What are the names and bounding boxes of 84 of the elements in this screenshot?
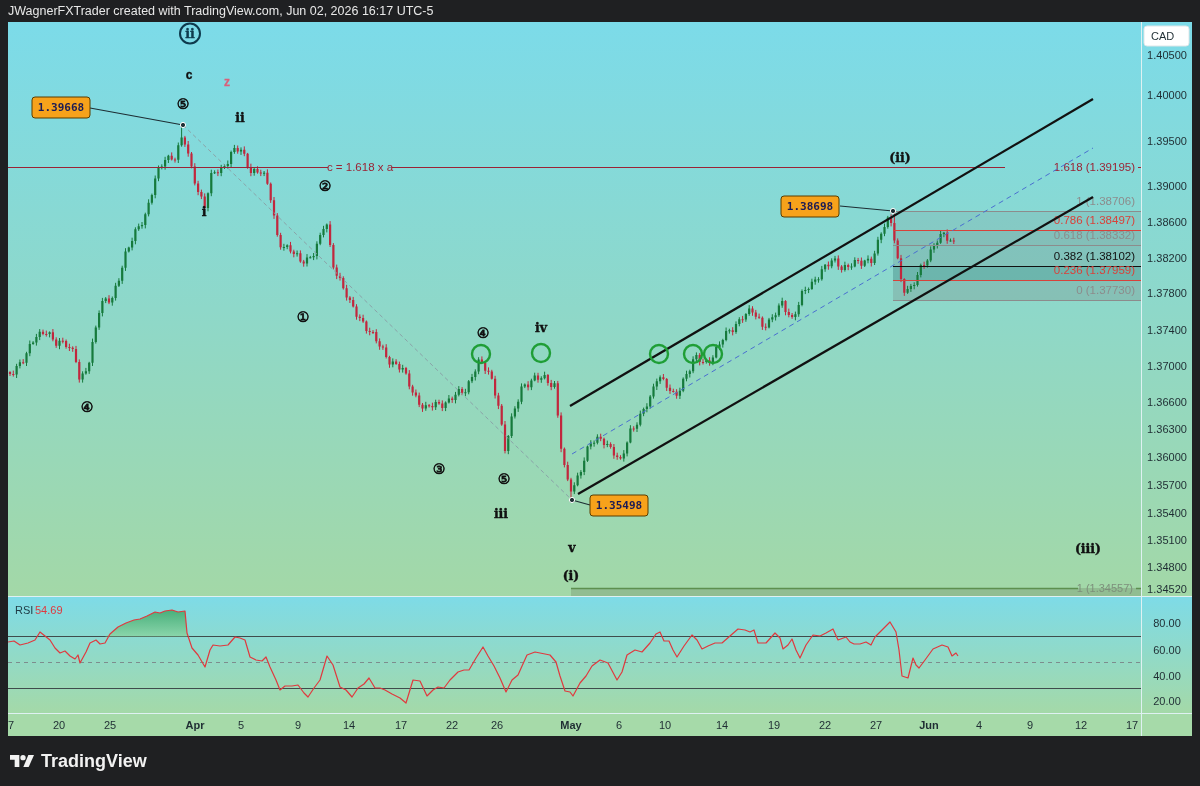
pivot-dot-icon [568, 496, 576, 504]
date-label: 22 [445, 719, 459, 731]
date-label: Apr [185, 719, 205, 731]
wave-label: ④ [80, 399, 94, 415]
currency-button[interactable]: CAD [1143, 25, 1190, 47]
wave-label: ② [318, 178, 332, 194]
price-callout: 1.35498 [589, 494, 649, 517]
price-axis-label: 1.35100 [1147, 534, 1187, 546]
wave-label: ⑤ [176, 96, 190, 112]
date-label: 5 [237, 719, 245, 731]
wave-label: (i) [562, 567, 580, 583]
circle-marker-icon [702, 343, 724, 365]
wave-label: z [224, 75, 230, 89]
price-axis-label: 1.34800 [1147, 561, 1187, 573]
rsi-axis-label: 60.00 [1153, 644, 1181, 656]
wave-label: iv [535, 319, 547, 335]
pivot-dot-icon [179, 121, 187, 129]
wave-label: ③ [432, 461, 446, 477]
date-label: 4 [975, 719, 983, 731]
fib-level-label: 0.786 (1.38497) [1053, 214, 1135, 226]
date-label: May [560, 719, 582, 731]
price-callout: 1.38698 [780, 195, 840, 218]
wave-label: (ii) [889, 149, 911, 165]
price-axis-label: 1.40000 [1147, 89, 1187, 101]
date-label: 22 [818, 719, 832, 731]
circle-marker-icon [470, 343, 492, 365]
price-axis-label: 1.39000 [1147, 180, 1187, 192]
date-label: 7 [8, 719, 15, 731]
level-label: c = 1.618 x a [326, 161, 394, 173]
wave-label: ii [235, 109, 245, 125]
date-label: Jun [919, 719, 939, 731]
date-label: 14 [715, 719, 729, 731]
price-axis-label: 1.36000 [1147, 451, 1187, 463]
circle-marker-icon [648, 343, 670, 365]
pivot-dot-icon [889, 207, 897, 215]
date-label: 19 [767, 719, 781, 731]
price-callout: 1.39668 [31, 96, 91, 119]
wave-label: i [201, 203, 207, 219]
price-axis-label: 1.38200 [1147, 252, 1187, 264]
indicator-name: RSI [15, 604, 34, 616]
logo-text: TradingView [41, 750, 147, 772]
circle-marker-icon [530, 342, 552, 364]
date-label: 25 [103, 719, 117, 731]
level-label: 1.618 (1.39195) [1053, 161, 1135, 173]
date-label: 9 [294, 719, 302, 731]
date-label: 10 [658, 719, 672, 731]
rsi-axis-label: 80.00 [1153, 617, 1181, 629]
price-axis-label: 1.37800 [1147, 287, 1187, 299]
fib-level-label: 0.236 (1.37959) [1053, 264, 1135, 276]
circle-marker-icon [682, 343, 704, 365]
wave-label: c [185, 68, 193, 82]
fib-level-label: 0.382 (1.38102) [1053, 250, 1135, 262]
date-label: 9 [1026, 719, 1034, 731]
price-axis-label: 1.38600 [1147, 216, 1187, 228]
price-axis-label: 1.34520 [1147, 583, 1187, 595]
date-label: 20 [52, 719, 66, 731]
wave-label: ④ [476, 325, 490, 341]
fib-level-label: 1 (1.34557) [1076, 582, 1133, 594]
price-axis-label: 1.39500 [1147, 135, 1187, 147]
date-label: 26 [490, 719, 504, 731]
price-axis-label: 1.35700 [1147, 479, 1187, 491]
rsi-axis-label: 20.00 [1153, 695, 1181, 707]
price-axis-label: 1.37000 [1147, 360, 1187, 372]
price-axis-label: 1.37400 [1147, 324, 1187, 336]
price-axis-label: 1.35400 [1147, 507, 1187, 519]
wave-label: (iii) [1074, 540, 1102, 556]
wave-label: ① [296, 309, 310, 325]
date-label: 12 [1074, 719, 1088, 731]
rsi-axis-label: 40.00 [1153, 670, 1181, 682]
price-axis-label: 1.36300 [1147, 423, 1187, 435]
logo-icon [10, 755, 34, 767]
indicator-value: 54.69 [35, 604, 63, 616]
date-label: 6 [615, 719, 623, 731]
date-label: 17 [394, 719, 408, 731]
wave-label: v [568, 539, 576, 555]
price-axis-label: 1.40500 [1147, 49, 1187, 61]
wave-label: iii [493, 505, 509, 521]
wave-label: ⑤ [497, 471, 511, 487]
price-axis-label: 1.36600 [1147, 396, 1187, 408]
date-label: 17 [1125, 719, 1139, 731]
date-label: 27 [869, 719, 883, 731]
attribution-text: JWagnerFXTrader created with TradingView.com, Jun 02, 2026 16:17 UTC-5 [8, 4, 434, 18]
date-label: 14 [342, 719, 356, 731]
wave-label: ii [179, 22, 201, 45]
